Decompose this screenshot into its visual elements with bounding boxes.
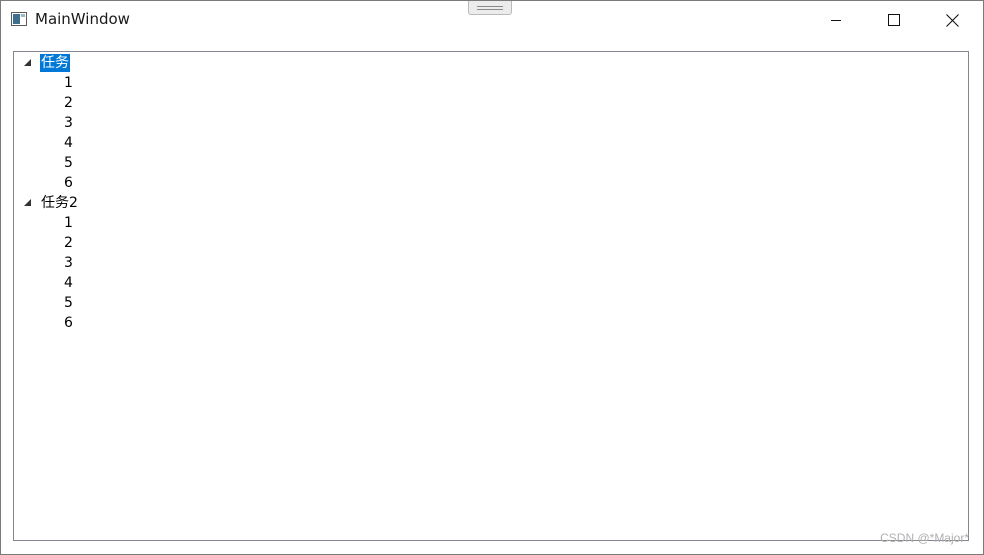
tree-child-item[interactable]: 1 xyxy=(64,73,73,93)
main-window: MainWindow 任务 1 2 3 4 5 6 任务2 1 2 3 4 5 … xyxy=(0,0,984,555)
tree-child-item[interactable]: 5 xyxy=(64,153,73,173)
tree-child-item[interactable]: 4 xyxy=(64,273,73,293)
tree-child-item[interactable]: 6 xyxy=(64,313,73,333)
expander-triangle-icon[interactable] xyxy=(23,198,33,208)
tree-child-item[interactable]: 3 xyxy=(64,113,73,133)
tree-child-item[interactable]: 3 xyxy=(64,253,73,273)
expander-triangle-icon[interactable] xyxy=(23,58,33,68)
maximize-button[interactable] xyxy=(865,1,923,39)
tree-child-item[interactable]: 1 xyxy=(64,213,73,233)
watermark: CSDN @*Major* xyxy=(880,531,969,545)
window-title: MainWindow xyxy=(35,10,130,28)
title-bar[interactable]: MainWindow xyxy=(1,1,983,39)
tree-view[interactable]: 任务 1 2 3 4 5 6 任务2 1 2 3 4 5 6 xyxy=(13,51,969,541)
tree-child-item[interactable]: 2 xyxy=(64,233,73,253)
tree-child-item[interactable]: 5 xyxy=(64,293,73,313)
tree-child-item[interactable]: 6 xyxy=(64,173,73,193)
tree-node-label[interactable]: 任务2 xyxy=(40,194,79,212)
close-button[interactable] xyxy=(923,1,981,39)
tree-node-header[interactable]: 任务 xyxy=(40,53,70,73)
tree-node-label[interactable]: 任务 xyxy=(40,54,70,72)
app-window-icon xyxy=(11,12,27,26)
close-icon xyxy=(945,13,959,27)
minimize-button[interactable] xyxy=(807,1,865,39)
maximize-icon xyxy=(888,14,900,26)
tree-child-item[interactable]: 4 xyxy=(64,133,73,153)
tree-node-header[interactable]: 任务2 xyxy=(40,193,79,213)
drag-handle[interactable] xyxy=(468,1,512,15)
minimize-icon xyxy=(831,20,841,21)
tree-child-item[interactable]: 2 xyxy=(64,93,73,113)
